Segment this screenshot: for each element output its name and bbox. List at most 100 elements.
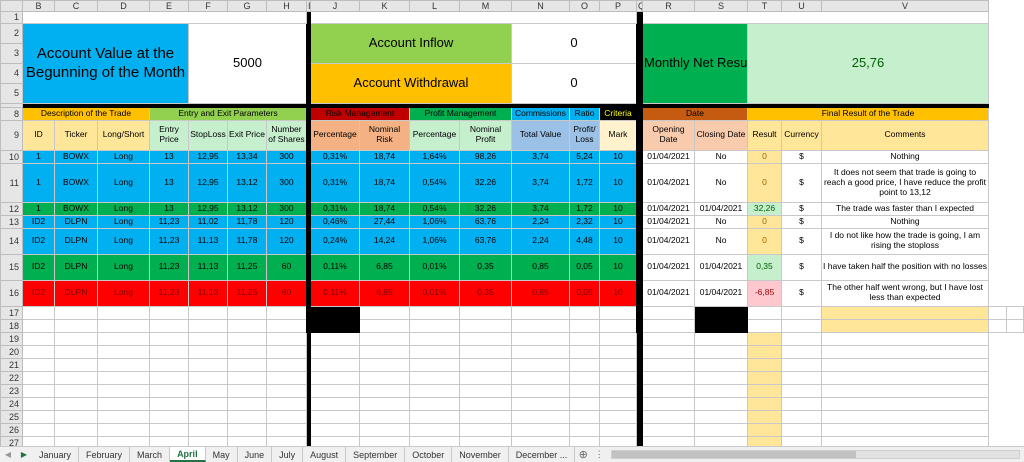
empty-cell[interactable] bbox=[821, 318, 989, 333]
empty-cell[interactable] bbox=[266, 383, 307, 398]
trade-id-cell[interactable]: ID2 bbox=[22, 253, 55, 281]
empty-cell[interactable] bbox=[188, 396, 228, 411]
tab-scroll-left-icon[interactable]: ◀ bbox=[0, 447, 16, 462]
account-value-label-cell[interactable]: Account Value at the Begunning of the Mo… bbox=[22, 22, 189, 104]
trade-side-cell[interactable]: Long bbox=[97, 162, 150, 203]
empty-cell[interactable] bbox=[227, 409, 267, 424]
trade-side-cell[interactable]: Long bbox=[97, 227, 150, 255]
trade-exit-price-cell[interactable]: 11,78 bbox=[227, 214, 267, 229]
empty-cell[interactable] bbox=[22, 409, 55, 424]
empty-cell[interactable] bbox=[188, 305, 228, 320]
monthly-net-label-cell[interactable]: Monthly Net Result bbox=[642, 22, 748, 104]
empty-cell[interactable] bbox=[459, 422, 512, 437]
empty-cell[interactable] bbox=[599, 318, 637, 333]
empty-cell[interactable] bbox=[642, 318, 695, 333]
trade-entry-price-cell[interactable]: 13 bbox=[149, 162, 189, 203]
empty-cell[interactable] bbox=[97, 370, 150, 385]
trade-opening-date-cell[interactable]: 01/04/2021 bbox=[642, 214, 695, 229]
trade-entry-price-cell[interactable]: 11,23 bbox=[149, 253, 189, 281]
trade-mark-cell[interactable]: 10 bbox=[599, 227, 637, 255]
empty-cell[interactable] bbox=[599, 396, 637, 411]
tab-scroll-right-icon[interactable]: ▶ bbox=[16, 447, 32, 462]
trade-nominal-profit-cell[interactable]: 32,26 bbox=[459, 162, 512, 203]
empty-cell[interactable] bbox=[97, 422, 150, 437]
column-header[interactable]: B bbox=[22, 0, 55, 13]
header-ticker[interactable]: Ticker bbox=[54, 119, 98, 151]
empty-cell[interactable] bbox=[54, 331, 98, 346]
trade-nominal-risk-cell[interactable]: 14,24 bbox=[359, 227, 410, 255]
column-header[interactable]: Q bbox=[636, 0, 643, 13]
empty-cell[interactable] bbox=[747, 396, 782, 411]
column-header[interactable]: U bbox=[781, 0, 822, 13]
empty-cell[interactable] bbox=[188, 383, 228, 398]
scrollbar-track[interactable] bbox=[611, 450, 1020, 459]
header-entry-price[interactable]: Entry Price bbox=[149, 119, 189, 151]
trade-total-value-cell[interactable]: 0,85 bbox=[511, 253, 570, 281]
empty-cell[interactable] bbox=[409, 357, 460, 372]
empty-cell[interactable] bbox=[54, 357, 98, 372]
trade-mark-cell[interactable]: 10 bbox=[599, 253, 637, 281]
empty-cell[interactable] bbox=[642, 344, 695, 359]
trade-profit-pct-cell[interactable]: 1,64% bbox=[409, 149, 460, 164]
empty-cell[interactable] bbox=[409, 331, 460, 346]
row-header[interactable]: 24 bbox=[0, 396, 23, 411]
empty-cell[interactable] bbox=[569, 396, 600, 411]
group-entry-exit[interactable]: Entry and Exit Parameters bbox=[149, 106, 307, 121]
header-opening-date[interactable]: Opening Date bbox=[642, 119, 695, 151]
empty-cell[interactable] bbox=[97, 409, 150, 424]
trade-currency-cell[interactable]: $ bbox=[781, 253, 822, 281]
empty-cell[interactable] bbox=[694, 383, 748, 398]
trade-comment-cell[interactable]: It does not seem that trade is going to … bbox=[821, 162, 989, 203]
sheet-tab[interactable]: April bbox=[170, 447, 206, 462]
trade-nominal-profit-cell[interactable]: 63,76 bbox=[459, 214, 512, 229]
trade-opening-date-cell[interactable]: 01/04/2021 bbox=[642, 201, 695, 216]
trade-stoploss-cell[interactable]: 12,95 bbox=[188, 201, 228, 216]
header-currency[interactable]: Currency bbox=[781, 119, 822, 151]
empty-cell[interactable] bbox=[188, 357, 228, 372]
trade-exit-price-cell[interactable]: 11,25 bbox=[227, 253, 267, 281]
trade-comment-cell[interactable]: Nothing bbox=[821, 214, 989, 229]
empty-cell[interactable] bbox=[359, 357, 410, 372]
trade-nominal-profit-cell[interactable]: 0,35 bbox=[459, 279, 512, 307]
trade-entry-price-cell[interactable]: 11,23 bbox=[149, 279, 189, 307]
empty-cell[interactable] bbox=[599, 370, 637, 385]
empty-cell[interactable] bbox=[747, 305, 782, 320]
trade-risk-pct-cell[interactable]: 0,11% bbox=[310, 253, 360, 281]
trade-shares-cell[interactable]: 60 bbox=[266, 279, 307, 307]
trade-risk-pct-cell[interactable]: 0,31% bbox=[310, 162, 360, 203]
group-criteria[interactable]: Criteria bbox=[599, 106, 637, 121]
empty-cell[interactable] bbox=[781, 357, 822, 372]
empty-cell[interactable] bbox=[569, 383, 600, 398]
empty-cell[interactable] bbox=[988, 305, 1007, 320]
trade-currency-cell[interactable]: $ bbox=[781, 214, 822, 229]
empty-cell[interactable] bbox=[599, 409, 637, 424]
empty-cell[interactable] bbox=[642, 396, 695, 411]
trade-currency-cell[interactable]: $ bbox=[781, 279, 822, 307]
empty-cell[interactable] bbox=[266, 357, 307, 372]
trade-id-cell[interactable]: 1 bbox=[22, 149, 55, 164]
trade-side-cell[interactable]: Long bbox=[97, 214, 150, 229]
group-description[interactable]: Description of the Trade bbox=[22, 106, 150, 121]
row-header[interactable]: 1 bbox=[0, 11, 23, 24]
spreadsheet-grid[interactable]: B C D E F G H I J K L M N O P Q R S T U … bbox=[0, 0, 1024, 447]
trade-closing-date-cell[interactable]: 01/04/2021 bbox=[694, 253, 748, 281]
monthly-net-value-cell[interactable]: 25,76 bbox=[747, 22, 989, 104]
trade-result-cell[interactable]: 0 bbox=[747, 149, 782, 164]
trade-opening-date-cell[interactable]: 01/04/2021 bbox=[642, 227, 695, 255]
column-header[interactable]: K bbox=[359, 0, 410, 13]
empty-cell[interactable] bbox=[569, 331, 600, 346]
empty-cell[interactable] bbox=[149, 383, 189, 398]
trade-risk-pct-cell[interactable]: 0,24% bbox=[310, 227, 360, 255]
empty-cell[interactable] bbox=[599, 305, 637, 320]
empty-cell[interactable] bbox=[359, 396, 410, 411]
column-header[interactable]: I bbox=[306, 0, 311, 13]
header-closing-date[interactable]: Closing Date bbox=[694, 119, 748, 151]
trade-id-cell[interactable]: ID2 bbox=[22, 279, 55, 307]
empty-cell[interactable] bbox=[599, 357, 637, 372]
trade-side-cell[interactable]: Long bbox=[97, 201, 150, 216]
empty-cell[interactable] bbox=[97, 318, 150, 333]
empty-cell[interactable] bbox=[747, 409, 782, 424]
empty-cell[interactable] bbox=[781, 331, 822, 346]
trade-profit-pct-cell[interactable]: 1,06% bbox=[409, 214, 460, 229]
more-options-icon[interactable]: ⋮ bbox=[591, 447, 607, 462]
